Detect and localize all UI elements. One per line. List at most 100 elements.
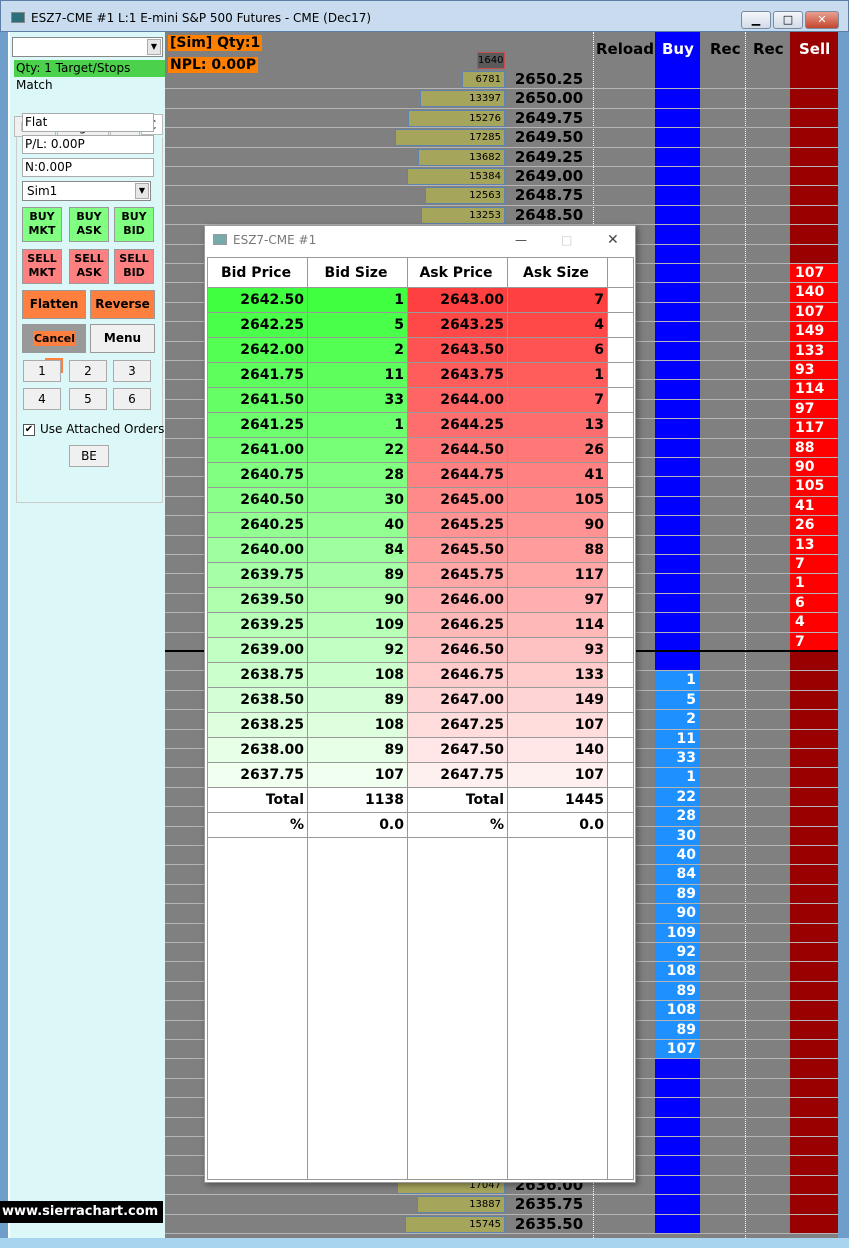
sell-size[interactable]: 13 [790,535,838,555]
column-header[interactable]: Bid Size [307,257,408,288]
sell-size[interactable]: 114 [790,380,838,400]
sell-cell[interactable] [790,787,838,808]
use-attached-orders-checkbox[interactable]: ✔ [23,424,35,436]
buy-cell[interactable] [655,89,700,109]
sell-size[interactable]: 7 [790,555,838,575]
qty-button-5[interactable]: 5 [69,388,107,410]
buy-size[interactable]: 84 [655,865,700,885]
sell-cell[interactable] [790,943,838,963]
sell-size[interactable]: 117 [790,419,838,439]
sell-cell[interactable] [790,1040,838,1060]
buy-cell[interactable] [655,1195,700,1215]
sell-cell[interactable] [790,70,838,90]
buy-size[interactable]: 40 [655,846,700,866]
buy-size[interactable]: 2 [655,710,700,730]
sell-cell[interactable] [790,186,838,206]
buy-cell[interactable] [655,516,700,536]
buy-size[interactable]: 92 [655,943,700,963]
buy-size[interactable]: 33 [655,749,700,769]
sell-size[interactable]: 97 [790,399,838,420]
sell-button-0[interactable]: SELL MKT [22,249,62,284]
menu-button[interactable]: Menu [90,324,155,353]
buy-size[interactable]: 108 [655,962,700,982]
sell-button-2[interactable]: SELL BID [114,249,154,284]
sell-cell[interactable] [790,652,838,672]
sell-size[interactable]: 41 [790,496,838,517]
buy-button-2[interactable]: BUY BID [114,207,154,242]
buy-size[interactable]: 109 [655,923,700,943]
buy-cell[interactable] [655,108,700,129]
account-select[interactable]: Sim1 ▼ [22,181,151,201]
buy-size[interactable]: 22 [655,787,700,808]
order-type-select[interactable]: ▼ [12,37,163,57]
buy-cell[interactable] [655,496,700,517]
close-button[interactable]: ✕ [805,11,839,29]
buy-cell[interactable] [655,70,700,90]
sell-cell[interactable] [790,1156,838,1176]
sell-cell[interactable] [790,826,838,846]
sell-cell[interactable] [790,904,838,924]
sell-cell[interactable] [790,710,838,730]
buy-cell[interactable] [655,613,700,633]
sell-cell[interactable] [790,749,838,769]
minimize-button[interactable]: ▁ [741,11,771,29]
buy-cell[interactable] [655,244,700,264]
buy-size[interactable]: 108 [655,1001,700,1021]
buy-cell[interactable] [655,419,700,439]
buy-cell[interactable] [655,593,700,614]
buy-cell[interactable] [655,477,700,497]
buy-cell[interactable] [655,652,700,672]
close-icon[interactable]: ✕ [607,226,619,254]
sell-cell[interactable] [790,768,838,788]
breakeven-button[interactable]: BE [69,445,109,467]
buy-button-1[interactable]: BUY ASK [69,207,109,242]
sell-cell[interactable] [790,108,838,129]
sell-size[interactable]: 90 [790,458,838,478]
column-header[interactable]: Ask Price [407,257,508,288]
maximize-button[interactable]: □ [773,11,803,29]
maximize-icon[interactable]: □ [561,226,572,254]
sell-cell[interactable] [790,1001,838,1021]
minimize-icon[interactable]: — [515,226,527,254]
buy-cell[interactable] [655,341,700,361]
buy-cell[interactable] [655,1059,700,1079]
qty-button-1[interactable]: 1 [23,360,61,382]
sell-cell[interactable] [790,981,838,1002]
sell-cell[interactable] [790,1137,838,1157]
buy-cell[interactable] [655,283,700,303]
sell-cell[interactable] [790,147,838,167]
buy-cell[interactable] [655,205,700,226]
buy-cell[interactable] [655,1117,700,1137]
buy-cell[interactable] [655,438,700,458]
buy-cell[interactable] [655,555,700,575]
sell-cell[interactable] [790,690,838,711]
buy-cell[interactable] [655,380,700,400]
sell-cell[interactable] [790,1078,838,1099]
buy-cell[interactable] [655,167,700,187]
sell-cell[interactable] [790,1098,838,1118]
sell-cell[interactable] [790,225,838,245]
column-header[interactable]: Ask Size [507,257,608,288]
buy-cell[interactable] [655,128,700,148]
buy-cell[interactable] [655,1137,700,1157]
buy-size[interactable]: 30 [655,826,700,846]
buy-cell[interactable] [655,1214,700,1234]
reverse-button[interactable]: Reverse [90,290,155,319]
sell-size[interactable]: 93 [790,361,838,381]
sell-cell[interactable] [790,807,838,827]
sell-cell[interactable] [790,865,838,885]
sell-cell[interactable] [790,671,838,691]
sell-cell[interactable] [790,128,838,148]
sell-size[interactable]: 4 [790,613,838,633]
sell-size[interactable]: 88 [790,438,838,458]
buy-size[interactable]: 11 [655,729,700,749]
column-header[interactable]: Bid Price [207,257,308,288]
sell-cell[interactable] [790,244,838,264]
sell-cell[interactable] [790,884,838,905]
buy-size[interactable]: 5 [655,690,700,711]
sell-size[interactable]: 6 [790,593,838,614]
sell-size[interactable]: 140 [790,283,838,303]
buy-cell[interactable] [655,361,700,381]
buy-cell[interactable] [655,535,700,555]
sell-size[interactable]: 149 [790,322,838,342]
